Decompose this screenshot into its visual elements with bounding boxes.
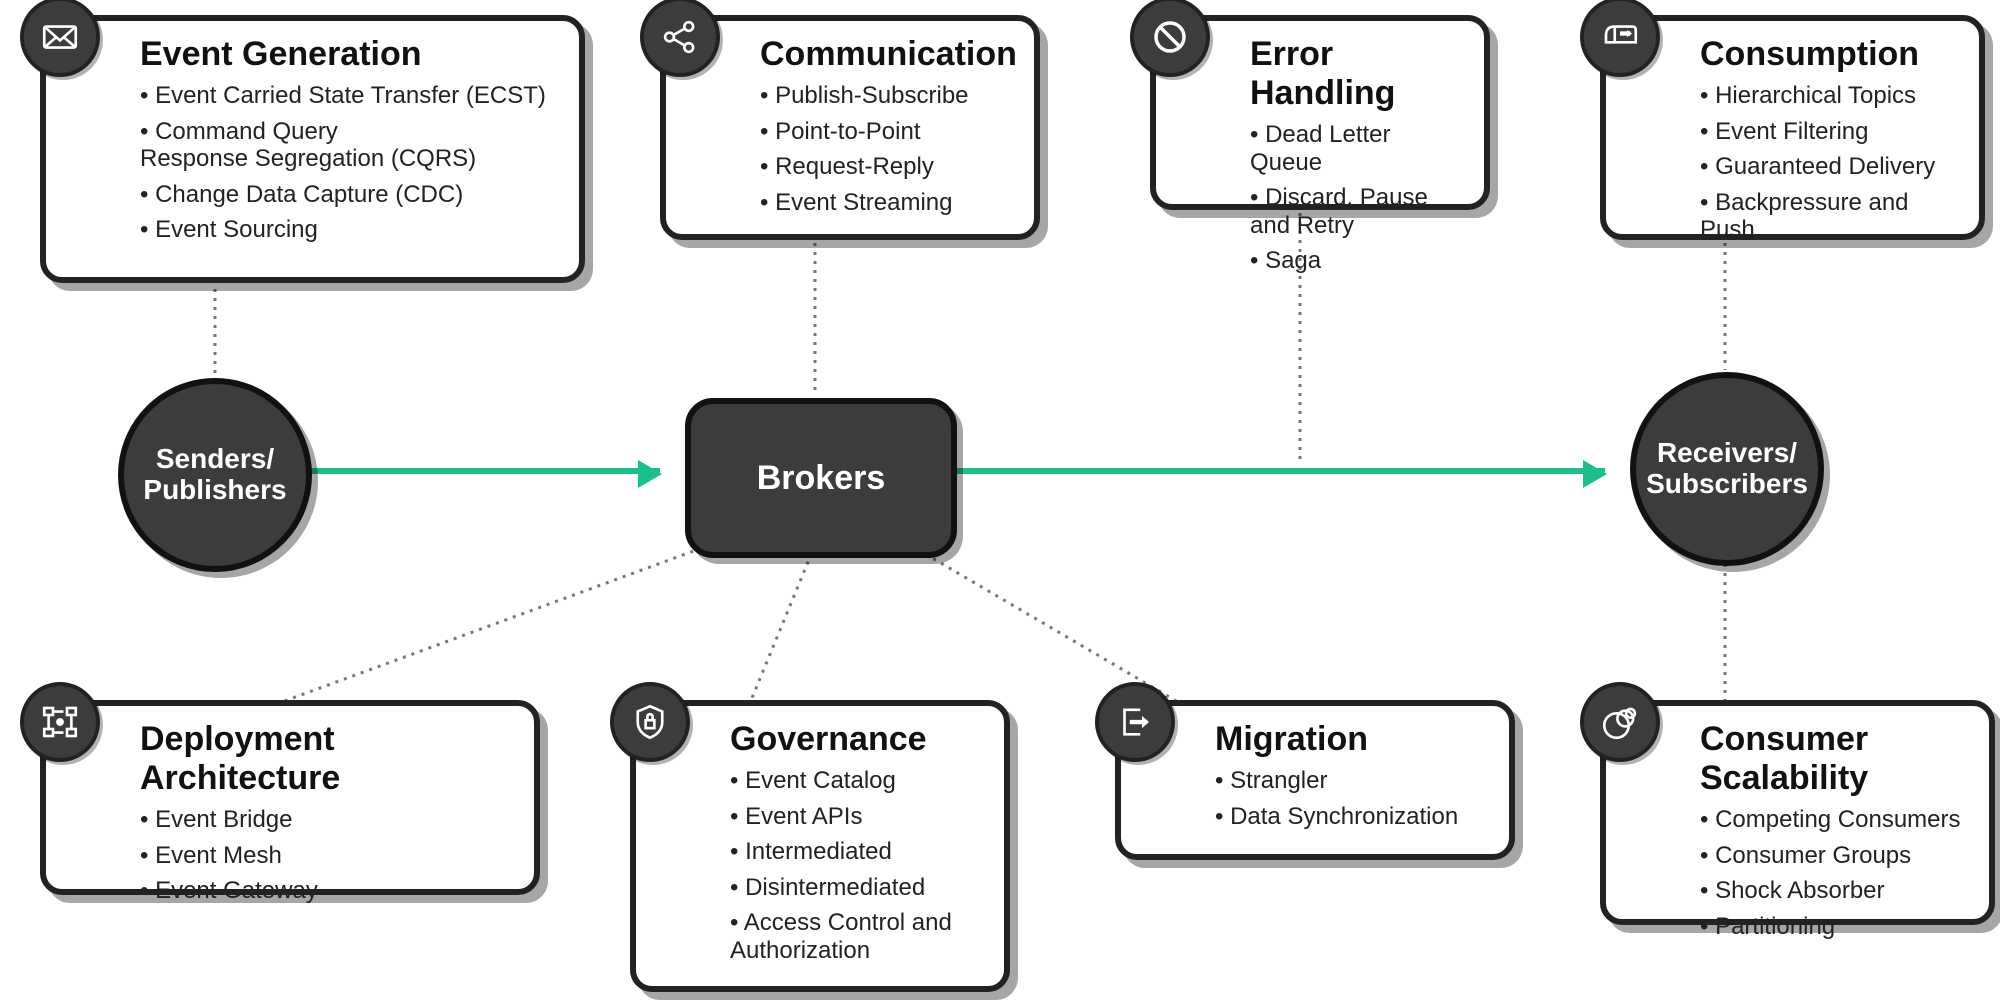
list-item: Consumer Groups (1700, 842, 1965, 870)
list-item: Change Data Capture (CDC) (140, 181, 555, 209)
node-senders-label: Senders/ Publishers (143, 444, 286, 506)
list-item: Disintermediated (730, 874, 980, 902)
list-item: Request-Reply (760, 153, 1010, 181)
list-item: Data Synchronization (1215, 803, 1485, 831)
card-communication: Communication Publish-Subscribe Point-to-… (660, 15, 1040, 240)
card-title: Error Handling (1250, 35, 1460, 113)
list-item: Dead Letter Queue (1250, 121, 1460, 176)
list-item: Access Control and Authorization (730, 909, 980, 964)
list-item: Intermediated (730, 838, 980, 866)
list-item: Event APIs (730, 803, 980, 831)
list-item: Event Sourcing (140, 216, 555, 244)
card-governance: Governance Event Catalog Event APIs Interm… (630, 700, 1010, 992)
card-title: Governance (730, 720, 980, 759)
node-brokers-label: Brokers (757, 459, 886, 498)
card-event-generation: Event Generation Event Carried State Tra… (40, 15, 585, 283)
card-items: Event Catalog Event APIs Intermediated Disi… (730, 767, 980, 965)
list-item: Strangler (1215, 767, 1485, 795)
list-item: Guaranteed Delivery (1700, 153, 1955, 181)
list-item: Event Mesh (140, 842, 510, 870)
shield-lock-icon (610, 682, 690, 762)
card-title: Deployment Architecture (140, 720, 510, 798)
card-items: Event Bridge Event Mesh Event Gateway (140, 806, 510, 905)
list-item: Hierarchical Topics (1700, 82, 1955, 110)
list-item: Event Carried State Transfer (ECST) (140, 82, 555, 110)
list-item: Command Query Response Segregation (CQRS… (140, 118, 555, 173)
card-title: Communication (760, 35, 1010, 74)
card-title: Consumption (1700, 35, 1955, 74)
node-receivers-label: Receivers/ Subscribers (1646, 438, 1808, 500)
card-items: Publish-Subscribe Point-to-Point Request-R… (760, 82, 1010, 216)
card-scalability: Consumer Scalability Competing Consumers… (1600, 700, 1995, 925)
list-item: Competing Consumers (1700, 806, 1965, 834)
list-item: Event Catalog (730, 767, 980, 795)
card-title: Consumer Scalability (1700, 720, 1965, 798)
card-migration: Migration Strangler Data Synchronization (1115, 700, 1515, 860)
arrow-senders-to-brokers (305, 468, 660, 474)
mailbox-icon (1580, 0, 1660, 77)
card-error-handling: Error Handling Dead Letter QueueDiscard,… (1150, 15, 1490, 210)
prohibit-icon (1130, 0, 1210, 77)
list-item: Saga (1250, 247, 1460, 275)
share-icon (640, 0, 720, 77)
list-item: Discard, Pause and Retry (1250, 184, 1460, 239)
list-item: Event Filtering (1700, 118, 1955, 146)
list-item: Backpressure and Push (1700, 189, 1955, 244)
scale-circles-icon (1580, 682, 1660, 762)
envelope-icon (20, 0, 100, 77)
card-items: Event Carried State Transfer (ECST) Comma… (140, 82, 555, 244)
list-item: Publish-Subscribe (760, 82, 1010, 110)
migrate-icon (1095, 682, 1175, 762)
list-item: Event Gateway (140, 877, 510, 905)
card-title: Migration (1215, 720, 1485, 759)
list-item: Event Streaming (760, 189, 1010, 217)
card-items: Strangler Data Synchronization (1215, 767, 1485, 830)
card-consumption: Consumption Hierarchical Topics Event Fil… (1600, 15, 1985, 240)
architecture-icon (20, 682, 100, 762)
diagram-stage: Senders/ Publishers Brokers Receivers/ S… (0, 0, 2000, 1000)
node-brokers: Brokers (685, 398, 957, 558)
card-items: Dead Letter Queue Discard, Pause and Retr… (1250, 121, 1460, 275)
list-item: Point-to-Point (760, 118, 1010, 146)
arrow-brokers-to-receivers (955, 468, 1605, 474)
list-item: Partitioning (1700, 913, 1965, 941)
list-item: Shock Absorber (1700, 877, 1965, 905)
card-items: Competing Consumers Consumer Groups Shock … (1700, 806, 1965, 940)
node-receivers: Receivers/ Subscribers (1630, 372, 1824, 566)
card-deployment: Deployment Architecture Event Bridge Even… (40, 700, 540, 895)
node-senders: Senders/ Publishers (118, 378, 312, 572)
card-items: Hierarchical Topics Event Filtering Guaran… (1700, 82, 1955, 244)
list-item: Event Bridge (140, 806, 510, 834)
card-title: Event Generation (140, 35, 555, 74)
